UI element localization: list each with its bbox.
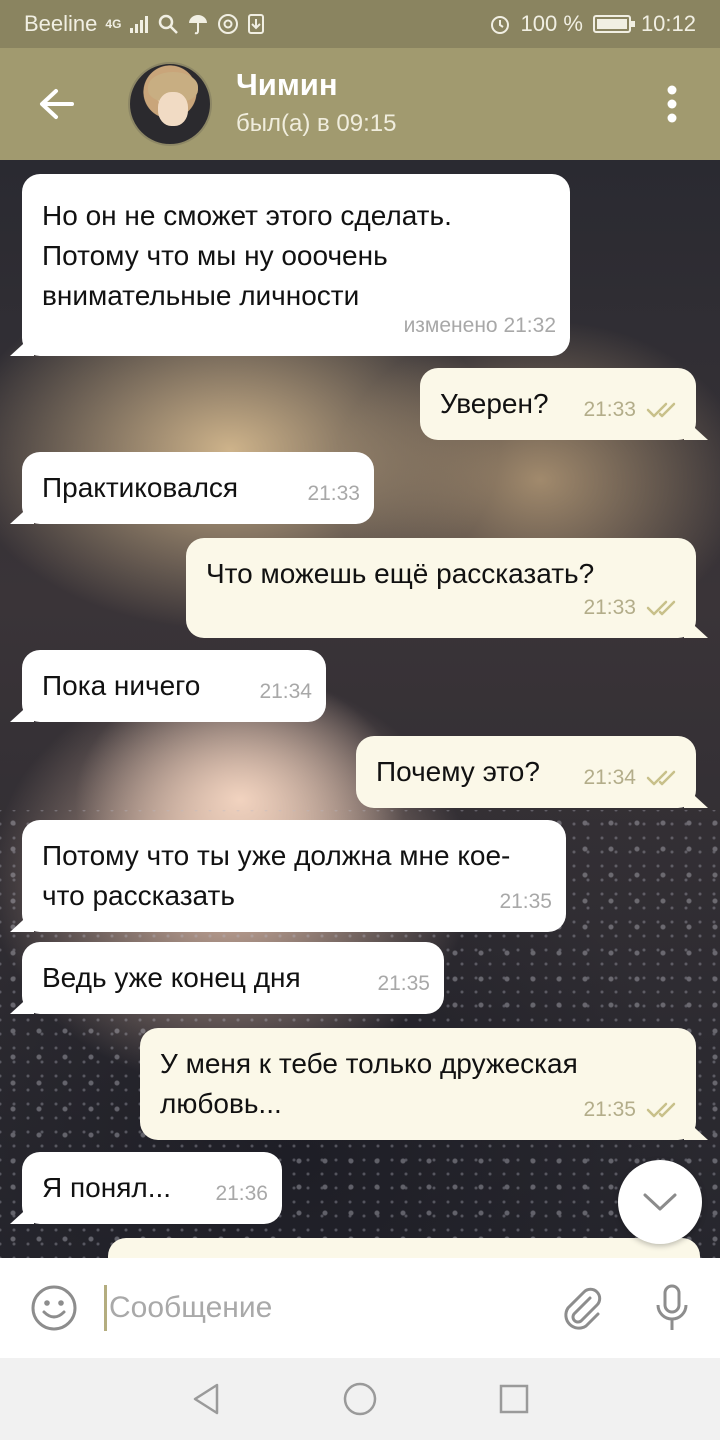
message-placeholder: Сообщение xyxy=(109,1291,273,1324)
message-outgoing[interactable]: Что можешь ещё рассказать? 21:33 xyxy=(186,538,708,638)
nav-back-button[interactable] xyxy=(184,1377,228,1421)
status-bar: Beeline 4G 100 % 10:12 xyxy=(0,0,720,48)
message-incoming[interactable]: Пока ничего 21:34 xyxy=(10,650,326,722)
scroll-down-button[interactable] xyxy=(618,1160,702,1244)
message-time: 21:33 xyxy=(583,398,636,421)
message-meta: 21:35 xyxy=(377,964,430,1004)
message-meta: 21:34 xyxy=(583,758,682,798)
system-nav-bar xyxy=(0,1358,720,1440)
message-text: Но он не сможет этого сделать. Потому чт… xyxy=(42,200,452,311)
battery-icon xyxy=(592,15,635,33)
chat-name: Чимин xyxy=(236,67,338,102)
umbrella-icon xyxy=(189,15,208,35)
message-time: 21:34 xyxy=(583,766,636,789)
message-incoming[interactable]: Но он не сможет этого сделать. Потому чт… xyxy=(10,174,570,356)
message-time: 21:35 xyxy=(583,1098,636,1121)
message-time: 21:35 xyxy=(377,972,430,995)
mic-icon xyxy=(656,1284,688,1330)
voice-record-button[interactable] xyxy=(642,1278,702,1338)
text-caret xyxy=(104,1285,107,1331)
double-check-icon xyxy=(646,1102,676,1118)
download-icon xyxy=(248,14,265,34)
message-meta: 21:35 xyxy=(499,882,552,922)
message-time: 21:35 xyxy=(499,890,552,913)
avatar-face xyxy=(158,92,188,126)
double-check-icon xyxy=(646,770,676,786)
message-incoming[interactable]: Я понял... 21:36 xyxy=(10,1152,282,1224)
carrier-name: Beeline xyxy=(24,11,98,36)
nav-back-icon xyxy=(193,1383,219,1415)
message-meta: 21:33 xyxy=(307,474,360,514)
message-meta: изменено 21:32 xyxy=(404,306,556,346)
last-seen-status: был(а) в 09:15 xyxy=(236,110,397,137)
nav-home-button[interactable] xyxy=(338,1377,382,1421)
message-meta: 21:35 xyxy=(583,1090,682,1130)
emoji-button[interactable] xyxy=(26,1280,82,1336)
nav-home-icon xyxy=(343,1382,377,1416)
message-time: 21:33 xyxy=(307,482,360,505)
clock: 10:12 xyxy=(640,11,696,36)
message-incoming[interactable]: Ведь уже конец дня 21:35 xyxy=(10,942,444,1014)
status-left: Beeline 4G xyxy=(24,11,265,37)
more-options-button[interactable] xyxy=(642,48,702,160)
double-check-icon xyxy=(646,402,676,418)
attach-button[interactable] xyxy=(552,1278,612,1338)
nav-recents-icon xyxy=(499,1384,529,1414)
bubble-tail xyxy=(10,502,34,524)
bubble-tail xyxy=(684,616,708,638)
message-time: 21:36 xyxy=(215,1182,268,1205)
message-outgoing[interactable]: Почему это? 21:34 xyxy=(356,736,708,808)
message-time: 21:33 xyxy=(583,596,636,619)
nav-recents-button[interactable] xyxy=(492,1377,536,1421)
bubble-tail xyxy=(10,700,34,722)
message-outgoing[interactable]: У меня к тебе только дружеская любовь...… xyxy=(140,1028,708,1140)
message-outgoing-partial[interactable] xyxy=(108,1238,700,1258)
signal-icon xyxy=(130,16,149,33)
message-meta: 21:33 xyxy=(583,588,682,628)
message-outgoing[interactable]: Уверен? 21:33 xyxy=(420,368,708,440)
message-composer: Сообщение xyxy=(0,1258,720,1358)
message-input[interactable]: Сообщение xyxy=(104,1278,524,1338)
back-arrow-icon xyxy=(40,89,74,119)
chevron-down-icon xyxy=(643,1193,677,1211)
attach-icon xyxy=(564,1287,602,1330)
chat-header: Чимин был(а) в 09:15 xyxy=(0,48,720,160)
message-text: Ведь уже конец дня xyxy=(42,962,301,993)
double-check-icon xyxy=(646,600,676,616)
chat-title-block[interactable]: Чимин был(а) в 09:15 xyxy=(236,67,396,141)
back-button[interactable] xyxy=(16,48,96,160)
message-time: изменено 21:32 xyxy=(403,314,556,337)
message-text: Потому что ты уже должна мне кое-что рас… xyxy=(42,840,511,911)
more-vertical-icon xyxy=(667,85,677,123)
message-incoming[interactable]: Практиковался 21:33 xyxy=(10,452,374,524)
bubble-tail xyxy=(684,418,708,440)
message-incoming[interactable]: Потому что ты уже должна мне кое-что рас… xyxy=(10,820,566,932)
network-type: 4G xyxy=(105,17,122,31)
message-meta: 21:34 xyxy=(259,672,312,712)
emoji-icon xyxy=(31,1285,77,1331)
alarm-icon xyxy=(490,16,509,34)
message-time: 21:34 xyxy=(259,680,312,703)
battery-percent: 100 % xyxy=(520,11,583,36)
status-right: 100 % 10:12 xyxy=(489,11,696,37)
message-meta: 21:36 xyxy=(215,1174,268,1214)
at-icon xyxy=(218,14,239,34)
message-meta: 21:33 xyxy=(583,390,682,430)
bubble-tail xyxy=(10,334,34,356)
bubble-tail xyxy=(684,786,708,808)
avatar[interactable] xyxy=(128,62,212,146)
search-icon xyxy=(159,14,179,34)
battery-level xyxy=(596,19,627,29)
chat-area[interactable]: Но он не сможет этого сделать. Потому чт… xyxy=(0,160,720,1258)
